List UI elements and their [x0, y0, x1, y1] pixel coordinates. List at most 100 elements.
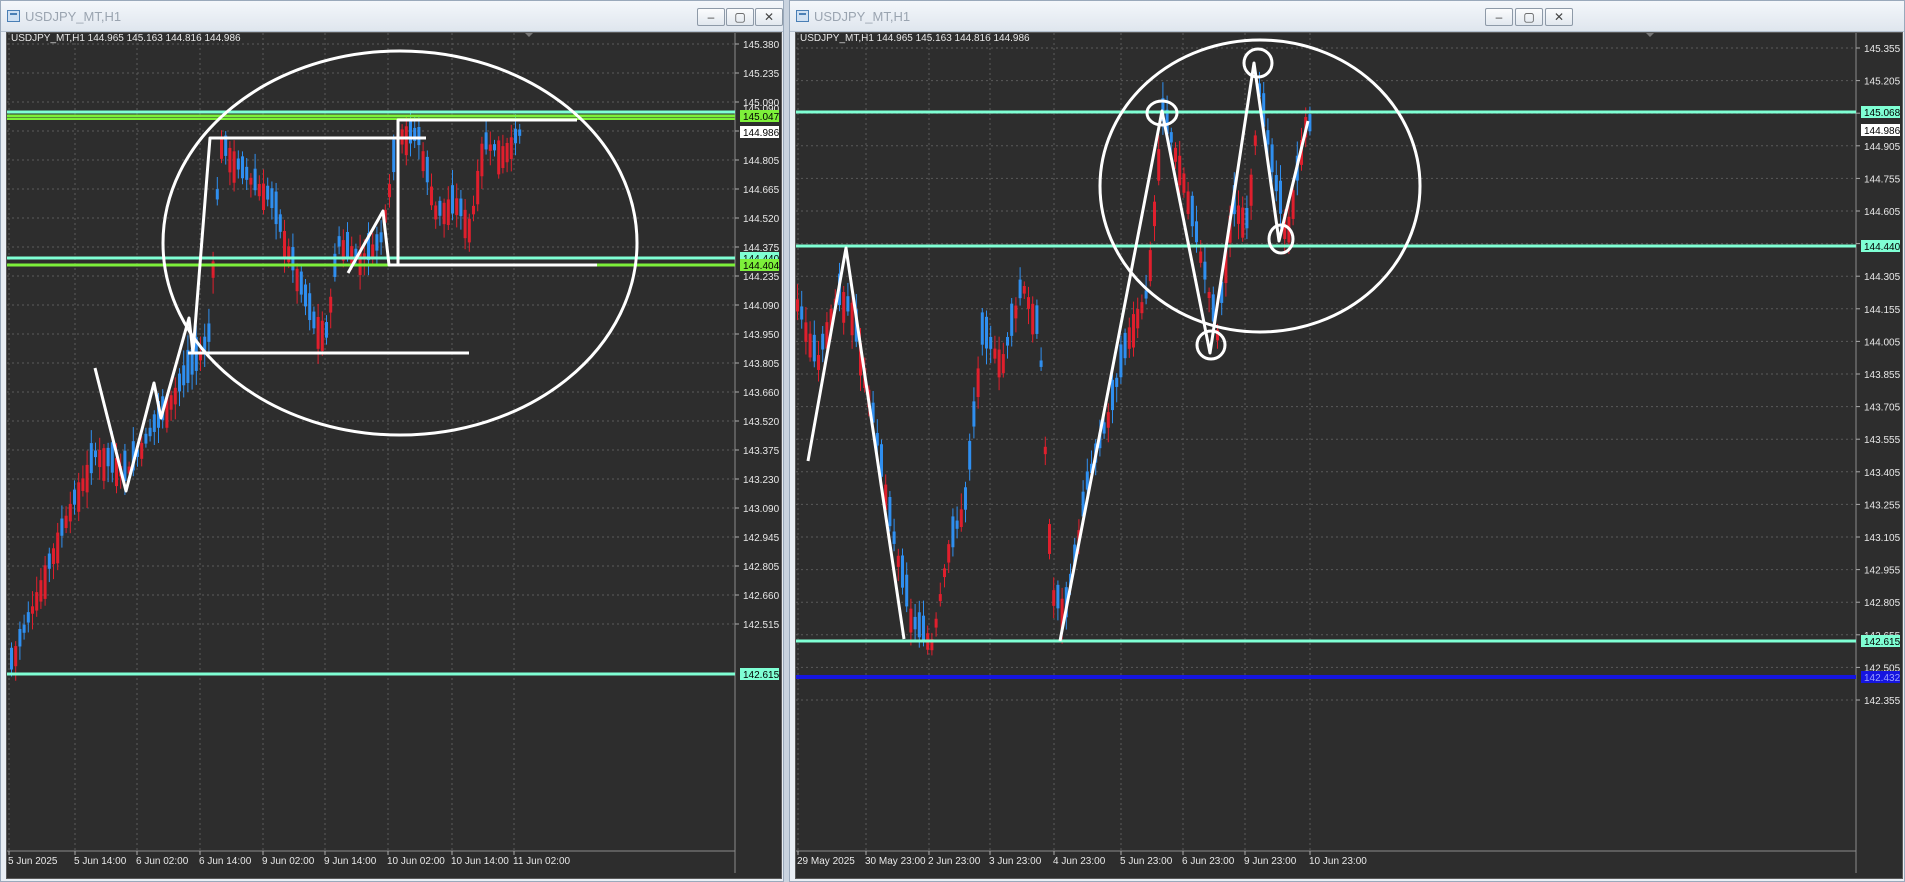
price-label: 145.380	[743, 40, 780, 51]
price-label: 142.955	[1864, 566, 1901, 577]
candle-body	[459, 198, 463, 217]
candle-body	[186, 349, 190, 383]
price-label: 142.355	[1864, 696, 1901, 707]
candle-body	[901, 555, 904, 588]
left-chart-window[interactable]: USDJPY_MT,H1 – ▢ ✕ USDJPY_MT,H1 144.965 …	[0, 0, 784, 882]
candle-body	[796, 299, 799, 312]
ohlc-header: USDJPY_MT,H1 144.965 145.163 144.816 144…	[800, 33, 1030, 44]
candle-body	[993, 348, 997, 359]
shift-marker-icon	[1646, 33, 1654, 37]
shift-marker-icon	[525, 33, 533, 37]
candle-body	[1144, 290, 1148, 299]
candle-body	[959, 509, 963, 528]
candle-body	[1031, 303, 1035, 335]
candle-body	[964, 487, 967, 510]
candle-body	[169, 395, 173, 410]
ellipse-drawing	[161, 49, 639, 437]
candle-body	[304, 284, 307, 307]
left-window-title: USDJPY_MT,H1	[25, 9, 122, 24]
price-tag-label: 142.615	[743, 670, 780, 681]
time-label: 5 Jun 23:00	[1120, 856, 1173, 867]
candle-body	[375, 234, 379, 251]
price-label: 143.405	[1864, 468, 1901, 479]
time-label: 2 Jun 23:00	[928, 856, 981, 867]
candle-body	[800, 306, 804, 320]
candle-body	[434, 205, 438, 220]
candle-body	[1195, 221, 1198, 243]
minimize-button[interactable]: –	[697, 8, 725, 26]
close-button[interactable]: ✕	[755, 8, 783, 26]
left-price-chart[interactable]: USDJPY_MT,H1 144.965 145.163 144.816 144…	[6, 32, 782, 879]
candle-body	[270, 188, 274, 209]
left-chart-canvas[interactable]: USDJPY_MT,H1 144.965 145.163 144.816 144…	[7, 33, 782, 879]
candle-body	[1291, 190, 1295, 219]
time-label: 6 Jun 14:00	[199, 856, 252, 867]
candle-body	[451, 185, 454, 214]
price-label: 143.660	[743, 388, 780, 399]
right-price-chart[interactable]: USDJPY_MT,H1 144.965 145.163 144.816 144…	[795, 32, 1903, 879]
time-label: 9 Jun 23:00	[1244, 856, 1297, 867]
candle-body	[493, 144, 496, 151]
candle-body	[955, 520, 959, 529]
candle-body	[446, 199, 450, 226]
price-label: 143.555	[1864, 435, 1901, 446]
candle-body	[325, 322, 328, 338]
candle-body	[89, 443, 93, 474]
maximize-button[interactable]: ▢	[1515, 8, 1543, 26]
candle-body	[152, 414, 156, 432]
candle-body	[896, 555, 900, 567]
candle-body	[1127, 327, 1131, 349]
time-label: 9 Jun 02:00	[262, 856, 315, 867]
candle-body	[409, 118, 412, 144]
time-label: 30 May 23:00	[865, 856, 926, 867]
candle-body	[909, 608, 913, 633]
candle-body	[266, 185, 270, 200]
candle-body	[173, 387, 177, 405]
candle-body	[31, 606, 34, 614]
price-label: 143.520	[743, 417, 780, 428]
close-button[interactable]: ✕	[1545, 8, 1573, 26]
left-window-titlebar[interactable]: USDJPY_MT,H1 – ▢ ✕	[1, 1, 783, 32]
candle-body	[455, 198, 459, 216]
ohlc-header: USDJPY_MT,H1 144.965 145.163 144.816 144…	[11, 33, 241, 44]
time-label: 4 Jun 23:00	[1053, 856, 1106, 867]
candle-body	[1266, 130, 1270, 145]
right-chart-window[interactable]: USDJPY_MT,H1 – ▢ ✕ USDJPY_MT,H1 144.965 …	[789, 0, 1905, 882]
candle-body	[922, 615, 925, 642]
candle-body	[392, 139, 396, 173]
price-label: 143.855	[1864, 370, 1901, 381]
candle-body	[312, 311, 316, 329]
candle-body	[501, 146, 505, 168]
candle-body	[1140, 302, 1144, 314]
price-label: 142.805	[1864, 598, 1901, 609]
price-tag-label: 144.986	[743, 128, 780, 139]
candle-body	[917, 612, 921, 638]
candle-body	[320, 320, 324, 351]
candle-body	[98, 450, 102, 468]
candle-body	[997, 349, 1001, 378]
price-tag-label: 144.440	[1864, 242, 1901, 253]
candle-body	[1006, 336, 1009, 346]
candle-body	[253, 168, 257, 191]
minimize-button[interactable]: –	[1485, 8, 1513, 26]
candle-body	[404, 126, 408, 156]
candle-body	[77, 482, 81, 512]
candle-body	[1270, 144, 1274, 173]
time-label: 10 Jun 23:00	[1309, 856, 1367, 867]
candle-body	[989, 336, 993, 349]
right-window-titlebar[interactable]: USDJPY_MT,H1 – ▢ ✕	[790, 1, 1904, 32]
candle-body	[329, 296, 333, 313]
candle-body	[316, 316, 320, 349]
price-label: 144.520	[743, 214, 780, 225]
candle-body	[26, 612, 30, 623]
candle-body	[913, 616, 917, 630]
candle-body	[94, 450, 97, 458]
candle-body	[148, 427, 152, 437]
candle-body	[1186, 191, 1190, 214]
candle-body	[22, 624, 26, 633]
candle-body	[228, 147, 232, 173]
candle-body	[35, 592, 39, 611]
candle-body	[943, 568, 946, 578]
right-chart-canvas[interactable]: USDJPY_MT,H1 144.965 145.163 144.816 144…	[796, 33, 1903, 879]
maximize-button[interactable]: ▢	[726, 8, 754, 26]
